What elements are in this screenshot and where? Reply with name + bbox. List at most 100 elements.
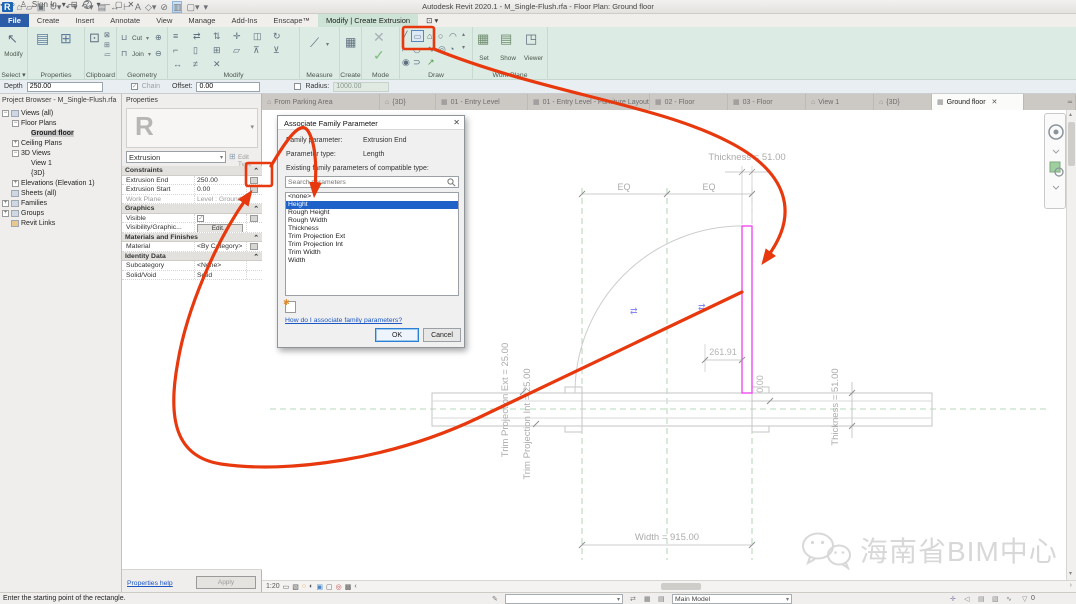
ribbon-options-icon[interactable]: ⊡ ▾ [418,14,446,27]
tab-addins[interactable]: Add-Ins [223,14,265,27]
panel-clipboard-label[interactable]: Clipboard [85,72,116,79]
associate-parameter-button[interactable] [250,186,258,193]
trim-int-dimension-label[interactable]: Trim Projection Int = 25.00 [522,368,533,479]
trim-icon[interactable]: ⌐ [173,45,178,55]
scale-icon[interactable]: ▱ [233,45,240,56]
collapse-icon[interactable]: − [12,150,19,157]
draw-scroll-up-icon[interactable]: ▴ [462,31,465,38]
draw-partial-ellipse-icon[interactable]: ◔ [449,44,454,54]
edit-button[interactable]: Edit... [197,224,243,232]
copy-icon[interactable]: ⊞ [104,41,110,49]
associate-parameter-button[interactable] [250,177,258,184]
demolish-icon[interactable]: ⊖ [155,49,162,58]
tab-list-icon[interactable]: ≂ [1062,94,1076,110]
cut-label[interactable]: Cut [132,35,142,42]
panel-create-label[interactable]: Create [340,72,361,79]
dialog-help-link[interactable]: How do I associate family parameters? [285,317,402,324]
array-icon[interactable]: ⊞ [213,45,221,56]
navbar-caret-icon[interactable] [1053,150,1059,153]
parameter-item[interactable]: Trim Projection Ext [286,233,458,241]
property-row-material[interactable]: Material <By Category> [122,242,262,252]
worksets-dropdown[interactable]: ▾ [505,594,623,604]
scrollbar-thumb[interactable] [1068,122,1075,166]
new-parameter-icon[interactable]: ✱ [285,301,296,313]
property-row-visible[interactable]: Visible [122,214,262,224]
cut-to-clipboard-icon[interactable]: ⊠ [104,31,110,39]
measure-caret-icon[interactable]: ▾ [326,41,329,48]
preview-caret-icon[interactable]: ▾ [250,123,254,131]
view-tab[interactable]: ▦02 - Floor [650,94,728,110]
show-button-label[interactable]: Show [495,55,521,62]
group-header-constraints[interactable]: Constraints⌃ [122,166,262,176]
vertical-scrollbar[interactable]: ▴ ▾ [1066,110,1076,580]
join-caret-icon[interactable]: ▾ [148,51,151,58]
draw-polygon-icon[interactable]: ⌂ [427,31,432,41]
panel-properties-label[interactable]: Properties [28,72,84,79]
apply-button[interactable]: Apply [196,576,256,589]
collapse-icon[interactable]: − [2,110,9,117]
draw-ellipse-icon[interactable]: ◎ [438,44,446,55]
search-input[interactable] [286,179,447,186]
properties-help-link[interactable]: Properties help [127,580,173,587]
flip-control-icon[interactable]: ⇄ [630,306,638,316]
group-header-materials[interactable]: Materials and Finishes⌃ [122,233,262,243]
draw-circle-icon[interactable]: ○ [438,31,443,41]
close-tab-icon[interactable]: ✕ [992,98,998,106]
tree-item-elevations[interactable]: +Elevations (Elevation 1) [0,178,120,188]
door-swing-arc[interactable] [575,226,742,393]
collapse-chevron-icon[interactable]: ⌃ [253,234,259,242]
mirror-icon[interactable]: ⇅ [213,31,221,42]
temp-dimension-value[interactable]: 261.91 [709,347,737,357]
scroll-up-icon[interactable]: ▴ [1069,111,1072,118]
collapse-icon[interactable]: − [12,120,19,127]
parameter-item[interactable]: Rough Height [286,209,458,217]
tree-item-groups[interactable]: +Groups [0,208,120,218]
tree-item-revit-links[interactable]: Revit Links [0,218,120,228]
parameter-item[interactable]: <none> [286,193,458,201]
tree-item-floor-plans[interactable]: −Floor Plans [0,118,120,128]
design-options-icon[interactable]: ▦ [644,595,651,603]
flip-control-icon[interactable]: ⇄ [698,302,706,312]
property-row-visibility-graphics[interactable]: Visibility/Graphic... Edit... [122,223,262,233]
group-header-graphics[interactable]: Graphics⌃ [122,204,262,214]
draw-spline-icon[interactable]: ∿ [427,44,435,55]
draw-rectangle-icon[interactable]: ▭ [411,30,424,42]
main-model-icon[interactable]: ▤ [658,595,665,603]
zero-dimension-value[interactable]: 0.00 [755,375,765,393]
collapse-chevron-icon[interactable]: ⌃ [253,253,259,261]
tree-item-3d-views[interactable]: −3D Views [0,148,120,158]
scale-button[interactable]: 1:20 [266,583,280,590]
view-tab[interactable]: ⌂View 1 [806,94,874,110]
tab-annotate[interactable]: Annotate [102,14,148,27]
extend-icon[interactable]: ↔ [173,59,182,69]
width-dimension-label[interactable]: Width = 915.00 [635,532,699,543]
worksets-icon[interactable]: ✎ [492,595,498,603]
scroll-right-icon[interactable]: › [1070,582,1072,589]
temporary-hide-isolate-icon[interactable]: ▩ [345,583,352,591]
properties-palette-icon[interactable]: ▤ [36,30,49,47]
view-tab-ground-floor[interactable]: ▦Ground floor✕ [932,94,1024,110]
design-options-dropdown[interactable]: Main Model▾ [672,594,792,604]
tab-create[interactable]: Create [29,14,68,27]
work-plane-viewer-icon[interactable]: ◳ [525,31,537,47]
parameter-item[interactable]: Thickness [286,225,458,233]
sun-path-icon[interactable]: ○ [302,583,306,590]
cut-caret-icon[interactable]: ▾ [146,35,149,42]
cut-geometry-icon[interactable]: ⊔ [121,33,127,42]
editable-only-icon[interactable]: ⇄ [630,595,636,603]
parameter-item[interactable]: Trim Width [286,249,458,257]
visual-style-icon[interactable]: ▧ [292,583,299,591]
eq-label[interactable]: EQ [702,182,715,192]
horizontal-scrollbar[interactable]: › [361,581,1076,592]
view-tab[interactable]: ▦01 - Entry Level [436,94,528,110]
tab-file[interactable]: File [0,14,29,27]
select-pinned-icon[interactable]: ▤ [978,595,985,603]
tab-insert[interactable]: Insert [67,14,102,27]
panel-select-label[interactable]: Select ▾ [0,71,27,79]
collapse-bar-icon[interactable]: ‹ [354,583,356,590]
set-button-label[interactable]: Set [473,55,495,62]
tree-item-views[interactable]: −Views (all) [0,108,120,118]
view-tab[interactable]: ⌂{3D} [380,94,436,110]
property-row-extrusion-end[interactable]: Extrusion End 250.00 [122,176,262,186]
wall-opening-icon[interactable]: ⊕ [155,33,162,42]
